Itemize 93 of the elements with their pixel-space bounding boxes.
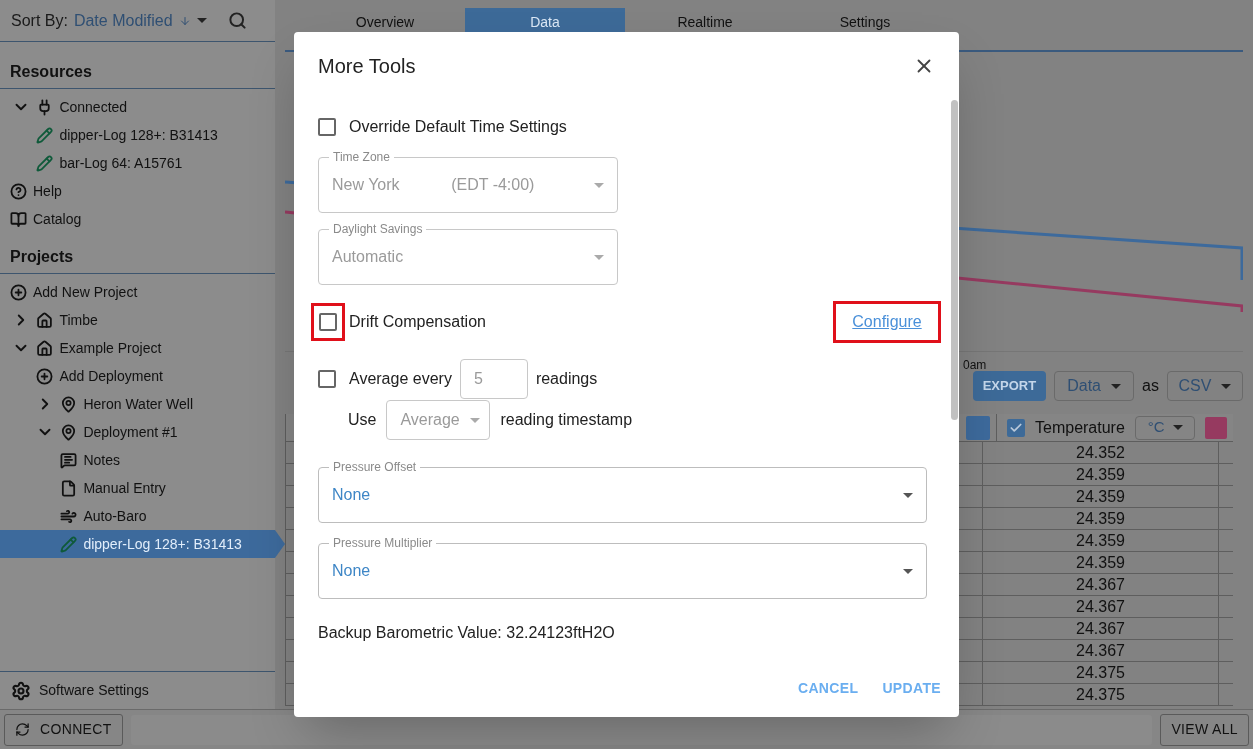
caret-icon — [903, 492, 913, 498]
tree-item[interactable]: dipper-Log 128+: B31413 — [0, 121, 275, 149]
color-swatch[interactable] — [1205, 416, 1227, 439]
sort-label: Sort By: — [11, 10, 68, 31]
notes-icon — [60, 451, 78, 469]
table-cell: 24.359 — [983, 508, 1219, 529]
pencil-icon — [36, 126, 54, 144]
field-value: None — [332, 561, 371, 581]
tree-item[interactable]: Timbe — [0, 306, 275, 334]
home-icon — [36, 311, 54, 329]
table-cell: 24.367 — [983, 640, 1219, 661]
tree-item[interactable]: Help — [0, 177, 275, 205]
tab[interactable]: Realtime — [625, 8, 785, 50]
backup-barometric-text: Backup Barometric Value: 32.24123ftH2O — [318, 623, 616, 643]
book-icon — [10, 210, 27, 228]
software-settings-link[interactable]: Software Settings — [39, 680, 149, 701]
caret-icon — [196, 18, 207, 23]
help-icon — [10, 182, 27, 200]
tree-item[interactable]: Connected — [0, 93, 275, 121]
tree-item[interactable]: Notes — [0, 446, 275, 474]
table-cell: 24.359 — [983, 486, 1219, 507]
document-icon — [60, 479, 78, 497]
status-field[interactable] — [130, 714, 1153, 745]
sort-dropdown[interactable]: Date Modified — [73, 8, 207, 33]
field-value: New York — [332, 175, 400, 195]
field-label: Time Zone — [332, 149, 391, 166]
table-cell: 24.359 — [983, 464, 1219, 485]
field-value: Automatic — [332, 247, 404, 267]
readings-label: readings — [535, 369, 598, 389]
scrollbar[interactable] — [951, 100, 958, 420]
table-cell: 24.367 — [983, 574, 1219, 595]
section-heading: Projects — [10, 248, 74, 265]
caret-icon — [1172, 425, 1183, 430]
tab[interactable]: Settings — [785, 8, 945, 50]
table-cell: 24.359 — [983, 530, 1219, 551]
add-icon — [10, 283, 27, 301]
field-label: Daylight Savings — [332, 221, 424, 238]
tree-item[interactable]: Deployment #1 — [0, 418, 275, 446]
caret-icon — [469, 417, 480, 423]
use-label: Use — [348, 410, 377, 430]
field-value: None — [332, 485, 371, 505]
settings-icon[interactable] — [11, 680, 31, 701]
table-cell: 24.352 — [983, 442, 1219, 463]
table-cell: 24.367 — [983, 618, 1219, 639]
table-cell: 24.375 — [983, 684, 1219, 705]
caret-icon — [594, 254, 604, 260]
tree-item[interactable]: Add Deployment — [0, 362, 275, 390]
search-icon[interactable] — [228, 11, 247, 30]
table-cell: 24.375 — [983, 662, 1219, 683]
tree-item[interactable]: Heron Water Well — [0, 390, 275, 418]
add-icon — [36, 367, 54, 385]
checkbox-label: Drift Compensation — [349, 312, 486, 332]
field-label: Pressure Offset — [332, 459, 418, 476]
timestamp-label: reading timestamp — [500, 410, 633, 430]
tree-item[interactable]: Add New Project — [0, 278, 275, 306]
pencil-icon — [36, 154, 54, 172]
caret-icon — [903, 568, 913, 574]
caret-icon — [1221, 383, 1232, 389]
refresh-icon — [15, 722, 30, 737]
map-pin-icon — [60, 423, 78, 441]
section-heading: Resources — [10, 63, 92, 80]
as-label: as — [1142, 376, 1159, 396]
pencil-icon — [60, 535, 78, 553]
average-label: Average every — [349, 369, 452, 389]
caret-icon — [1111, 383, 1121, 389]
table-cell: 24.367 — [983, 596, 1219, 617]
tree-item[interactable]: Auto-Baro — [0, 502, 275, 530]
connect-button[interactable]: CONNECT — [4, 713, 123, 746]
color-swatch[interactable] — [966, 415, 990, 440]
checkbox[interactable] — [318, 118, 336, 136]
field-label: Pressure Multiplier — [332, 535, 434, 552]
checkbox[interactable] — [1007, 418, 1025, 437]
wind-icon — [60, 507, 78, 525]
field-suffix: (EDT -4:00) — [451, 175, 535, 195]
caret-icon — [594, 182, 604, 188]
table-cell: 24.359 — [983, 552, 1219, 573]
tree-item[interactable]: bar-Log 64: A15761 — [0, 149, 275, 177]
checkbox-label: Override Default Time Settings — [349, 117, 567, 137]
axis-label: 0am — [963, 358, 987, 372]
tab[interactable]: Overview — [305, 8, 465, 50]
arrow-down-icon — [178, 14, 191, 27]
dialog-title: More Tools — [318, 54, 416, 79]
export-button[interactable]: EXPORT — [972, 371, 1047, 401]
column-header: Temperature °C — [997, 414, 1233, 441]
checkbox[interactable] — [319, 313, 337, 331]
tree-item[interactable]: Example Project — [0, 334, 275, 362]
tree-item[interactable]: dipper-Log 128+: B31413 — [0, 530, 285, 558]
view-all-button[interactable]: VIEW ALL — [1160, 713, 1249, 746]
home-icon — [36, 339, 54, 357]
map-pin-icon — [60, 395, 78, 413]
configure-link[interactable]: Configure — [833, 301, 941, 343]
tree-item[interactable]: Manual Entry — [0, 474, 275, 502]
tree-item[interactable]: Catalog — [0, 205, 275, 233]
